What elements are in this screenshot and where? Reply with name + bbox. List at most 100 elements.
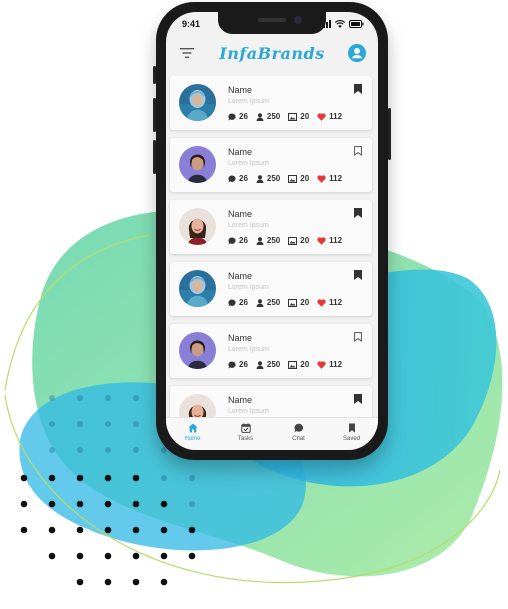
image-icon: [288, 174, 298, 183]
avatar: [179, 332, 216, 369]
user-icon: [256, 298, 264, 307]
card-subtitle: Lorem Ipsum: [228, 98, 269, 105]
card-subtitle: Lorem Ipsum: [228, 346, 269, 353]
card-stats: 26 250 20 112: [228, 112, 350, 121]
card-name: Name: [228, 271, 253, 281]
followers-count: 250: [266, 360, 281, 369]
comment-icon: [228, 298, 236, 306]
home-icon: [188, 423, 197, 433]
tab-chat[interactable]: Chat: [272, 418, 325, 450]
brand-card[interactable]: Name Lorem Ipsum 26 250 20 112: [170, 324, 372, 378]
comments-count: 26: [239, 298, 248, 307]
tab-tasks[interactable]: Tasks: [219, 418, 272, 450]
bottom-tab-bar: Home Tasks Chat Saved: [166, 417, 378, 450]
wifi-icon: [335, 20, 345, 28]
image-icon: [288, 360, 298, 369]
bookmark-outline-icon[interactable]: [354, 146, 362, 156]
brand-card[interactable]: Name Lorem Ipsum 26 250 20 112: [170, 76, 372, 130]
app-screen: 9:41 InfaBrands Name Lorem Ipsum 26 250 …: [166, 12, 378, 450]
comments-count: 26: [239, 360, 248, 369]
brand-card[interactable]: Name Lorem Ipsum 26 250 20 112: [170, 262, 372, 316]
bookmark-filled-icon[interactable]: [354, 270, 362, 280]
card-subtitle: Lorem Ipsum: [228, 222, 269, 229]
card-stats: 26 250 20 112: [228, 174, 350, 183]
user-circle-icon[interactable]: [348, 44, 366, 62]
heart-icon: [317, 112, 326, 121]
notch: [218, 12, 326, 34]
image-icon: [288, 112, 298, 121]
comment-icon: [228, 360, 236, 368]
images-count: 20: [300, 298, 310, 307]
user-icon: [256, 174, 264, 183]
card-subtitle: Lorem Ipsum: [228, 408, 269, 415]
card-stats: 26 250 20 112: [228, 360, 350, 369]
images-count: 20: [300, 112, 310, 121]
mute-switch: [153, 66, 156, 84]
tab-tasks-label: Tasks: [237, 436, 254, 442]
likes-count: 112: [329, 298, 343, 307]
card-subtitle: Lorem Ipsum: [228, 160, 269, 167]
volume-down-button: [153, 140, 156, 174]
likes-count: 112: [329, 236, 343, 245]
heart-icon: [317, 236, 326, 245]
tab-saved-label: Saved: [342, 436, 360, 442]
bookmark-filled-icon[interactable]: [354, 394, 362, 404]
comment-icon: [228, 112, 236, 120]
card-stats: 26 250 20 112: [228, 298, 350, 307]
avatar-purple-bg-image: [179, 146, 216, 183]
brand-list: Name Lorem Ipsum 26 250 20 112 Name Lore…: [166, 76, 378, 424]
app-brand-logo: InfaBrands: [219, 44, 325, 63]
comments-count: 26: [239, 236, 248, 245]
followers-count: 250: [266, 298, 281, 307]
avatar: [179, 208, 216, 245]
followers-count: 250: [266, 236, 281, 245]
likes-count: 112: [329, 112, 343, 121]
images-count: 20: [300, 174, 310, 183]
bookmark-icon: [348, 423, 355, 433]
card-name: Name: [228, 209, 253, 219]
chat-icon: [294, 423, 303, 433]
phone-frame: 9:41 InfaBrands Name Lorem Ipsum 26 250 …: [153, 2, 391, 460]
tab-saved[interactable]: Saved: [325, 418, 378, 450]
status-time: 9:41: [182, 19, 201, 29]
images-count: 20: [300, 236, 310, 245]
avatar-blue-hoodie-image: [179, 270, 216, 307]
tab-home[interactable]: Home: [166, 418, 219, 450]
user-icon: [256, 236, 264, 245]
image-icon: [288, 298, 298, 307]
battery-icon: [349, 20, 364, 28]
user-icon: [256, 112, 264, 121]
calendar-icon: [240, 423, 251, 433]
comments-count: 26: [239, 112, 248, 121]
comment-icon: [228, 174, 236, 182]
avatar: [179, 84, 216, 121]
comment-icon: [228, 236, 236, 244]
likes-count: 112: [329, 174, 343, 183]
volume-up-button: [153, 98, 156, 132]
app-bar: InfaBrands: [166, 38, 378, 70]
avatar: [179, 270, 216, 307]
power-button: [388, 108, 391, 160]
brand-card[interactable]: Name Lorem Ipsum 26 250 20 112: [170, 138, 372, 192]
card-subtitle: Lorem Ipsum: [228, 284, 269, 291]
likes-count: 112: [329, 360, 343, 369]
card-stats: 26 250 20 112: [228, 236, 350, 245]
tab-home-label: Home: [184, 436, 201, 442]
avatar-blue-hoodie-image: [179, 84, 216, 121]
card-name: Name: [228, 85, 253, 95]
card-name: Name: [228, 333, 253, 343]
bookmark-outline-icon[interactable]: [354, 332, 362, 342]
heart-icon: [317, 360, 326, 369]
heart-icon: [317, 298, 326, 307]
tab-chat-label: Chat: [292, 436, 305, 442]
heart-icon: [317, 174, 326, 183]
comments-count: 26: [239, 174, 248, 183]
bookmark-filled-icon[interactable]: [354, 84, 362, 94]
user-icon: [256, 360, 264, 369]
avatar-smiling-woman-image: [179, 208, 216, 245]
bookmark-filled-icon[interactable]: [354, 208, 362, 218]
images-count: 20: [300, 360, 310, 369]
brand-card[interactable]: Name Lorem Ipsum 26 250 20 112: [170, 200, 372, 254]
followers-count: 250: [266, 174, 281, 183]
followers-count: 250: [266, 112, 281, 121]
